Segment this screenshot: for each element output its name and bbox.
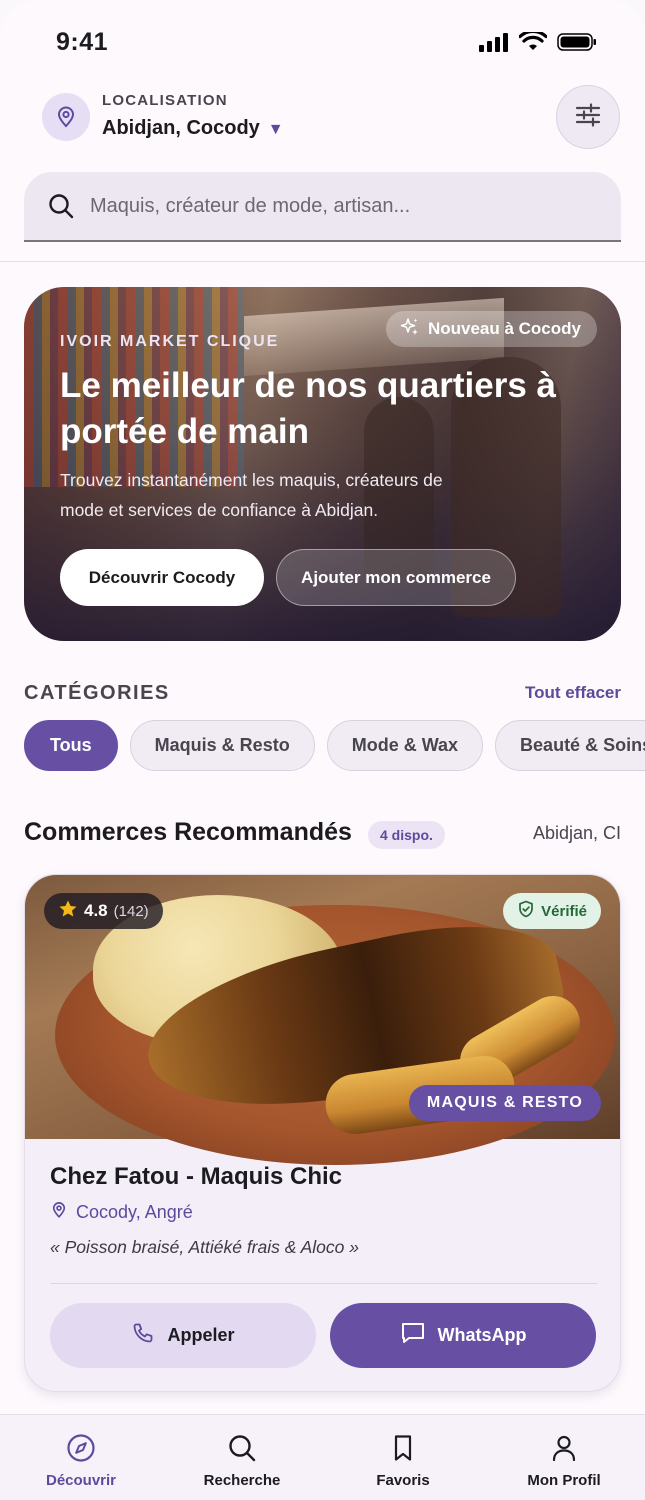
card-divider [50, 1283, 597, 1284]
section-title: Commerces Recommandés [24, 818, 352, 846]
verified-label: Vérifié [541, 902, 587, 920]
nav-favorites-label: Favoris [376, 1472, 430, 1489]
status-icons [479, 29, 597, 57]
chip-maquis-resto[interactable]: Maquis & Resto [129, 720, 315, 771]
header-divider [0, 261, 645, 262]
hero-title: Le meilleur de nos quartiers à portée de… [60, 366, 556, 451]
status-bar: 9:41 [0, 0, 645, 80]
categories-title: CATÉGORIES [24, 682, 170, 704]
rating-badge: 4.8 (142) [44, 893, 163, 929]
business-location: Cocody, Angré [50, 1201, 193, 1224]
compass-icon [66, 1433, 96, 1467]
nav-discover-label: Découvrir [45, 1472, 117, 1489]
location-pin-icon [42, 93, 90, 141]
location-selector[interactable]: Abidjan, Cocody ▼ [102, 117, 284, 140]
new-badge: Nouveau à Cocody [385, 311, 597, 347]
new-badge-label: Nouveau à Cocody [427, 319, 581, 338]
location-header: LOCALISATION Abidjan, Cocody ▼ [0, 84, 645, 156]
chip-all[interactable]: Tous [24, 720, 118, 771]
verified-badge: Vérifié [503, 893, 601, 929]
call-button[interactable]: Appeler [50, 1303, 316, 1368]
hero-banner: Nouveau à Cocody IVOIR MARKET CLIQUE Le … [24, 287, 621, 641]
app-screen: 9:41 LOCALISATION Abidjan, Cocody ▼ Maqu… [0, 0, 645, 1500]
wifi-icon [518, 29, 548, 57]
signal-icon [479, 32, 509, 57]
section-location: Abidjan, CI [532, 823, 621, 843]
phone-icon [131, 1321, 155, 1350]
discover-cocody-button[interactable]: Découvrir Cocody [60, 549, 264, 606]
search-placeholder: Maquis, créateur de mode, artisan... [90, 194, 411, 217]
count-badge: 4 dispo. [368, 821, 445, 849]
bookmark-icon [388, 1433, 418, 1467]
whatsapp-button[interactable]: WhatsApp [330, 1303, 596, 1368]
nav-search-label: Recherche [203, 1472, 281, 1489]
business-location-text: Cocody, Angré [76, 1202, 193, 1222]
nav-profile[interactable]: Mon Profil [494, 1433, 634, 1489]
hero-description: Trouvez instantanément les maquis, créat… [60, 470, 443, 520]
business-card[interactable]: 4.8 (142) Vérifié MAQUIS & RESTO Chez Fa… [24, 874, 621, 1392]
category-tag: MAQUIS & RESTO [408, 1085, 601, 1121]
chat-icon [400, 1321, 426, 1350]
bottom-navigation: Découvrir Recherche Favoris Mon Profil [0, 1414, 645, 1500]
nav-favorites[interactable]: Favoris [333, 1433, 473, 1489]
location-label: LOCALISATION [102, 92, 228, 109]
rating-value: 4.8 [84, 901, 108, 920]
chevron-down-icon: ▼ [267, 120, 284, 138]
whatsapp-label: WhatsApp [437, 1325, 527, 1345]
hero-kicker: IVOIR MARKET CLIQUE [60, 333, 280, 350]
nav-profile-label: Mon Profil [527, 1472, 601, 1489]
add-business-button[interactable]: Ajouter mon commerce [276, 549, 516, 606]
shield-check-icon [517, 900, 535, 922]
chip-beaute-soins[interactable]: Beauté & Soins [495, 720, 645, 771]
business-tagline: « Poisson braisé, Attiéké frais & Aloco … [50, 1237, 359, 1257]
nav-discover[interactable]: Découvrir [11, 1433, 151, 1489]
person-icon [549, 1433, 579, 1467]
sliders-icon [574, 101, 602, 134]
clear-all-link[interactable]: Tout effacer [525, 683, 621, 703]
location-value: Abidjan, Cocody [102, 117, 260, 139]
location-pin-icon [50, 1201, 68, 1224]
business-name: Chez Fatou - Maquis Chic [50, 1163, 343, 1190]
search-icon [227, 1433, 257, 1467]
status-time: 9:41 [56, 28, 109, 56]
battery-icon [557, 32, 597, 57]
filter-button[interactable] [556, 85, 620, 149]
category-chips: Tous Maquis & Resto Mode & Wax Beauté & … [24, 720, 645, 771]
search-icon [46, 191, 76, 221]
call-label: Appeler [167, 1325, 235, 1345]
chip-mode-wax[interactable]: Mode & Wax [326, 720, 484, 771]
nav-search[interactable]: Recherche [172, 1433, 312, 1489]
search-input[interactable]: Maquis, créateur de mode, artisan... [24, 172, 621, 242]
star-icon [58, 899, 78, 924]
sparkles-icon [400, 317, 420, 342]
rating-count: (142) [113, 902, 149, 920]
